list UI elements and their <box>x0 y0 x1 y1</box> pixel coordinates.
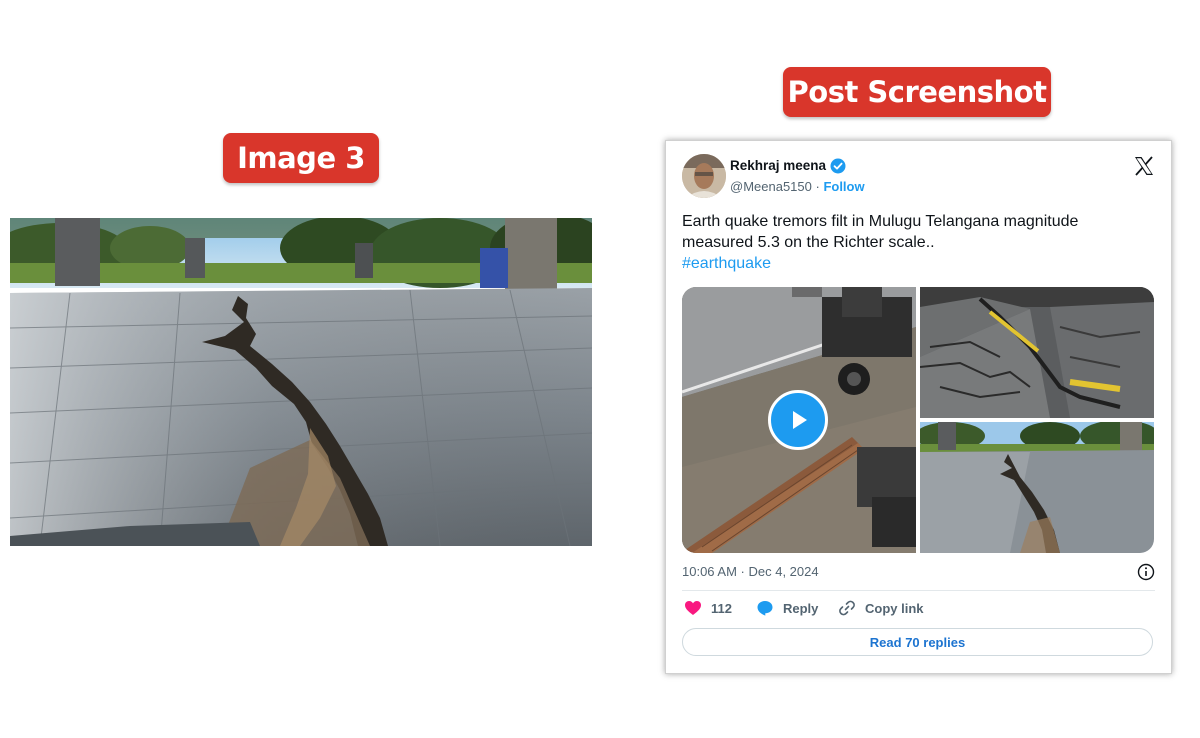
info-icon[interactable] <box>1137 563 1155 581</box>
tweet-card: Rekhraj meena @Meena5150 · Follow Earth … <box>665 140 1172 674</box>
reply-button[interactable]: Reply <box>756 599 818 617</box>
tweet-image-cracked-pavement[interactable] <box>920 422 1154 553</box>
hashtag-link[interactable]: #earthquake <box>682 255 771 272</box>
tweet-image-cracked-road[interactable] <box>920 287 1154 418</box>
tweet-text: Earth quake tremors filt in Mulugu Telan… <box>682 211 1152 274</box>
heart-icon <box>685 601 701 615</box>
user-avatar[interactable] <box>682 154 726 198</box>
like-button[interactable]: 112 <box>684 599 732 617</box>
tweet-body: Earth quake tremors filt in Mulugu Telan… <box>682 213 1079 251</box>
user-handle-row: @Meena5150 · Follow <box>730 179 865 194</box>
read-replies-button[interactable]: Read 70 replies <box>682 628 1153 656</box>
verified-badge-icon <box>830 158 846 174</box>
divider <box>682 590 1155 591</box>
user-handle[interactable]: @Meena5150 <box>730 179 812 194</box>
post-screenshot-label: Post Screenshot <box>783 67 1051 117</box>
x-logo-icon[interactable] <box>1133 155 1155 177</box>
cracked-pavement-photo <box>10 218 592 546</box>
reply-label: Reply <box>783 600 819 616</box>
link-icon <box>839 600 855 616</box>
play-button[interactable] <box>768 390 828 450</box>
play-icon <box>793 411 807 429</box>
copy-link-button[interactable]: Copy link <box>838 599 924 617</box>
handle-separator: · <box>811 179 824 194</box>
follow-link[interactable]: Follow <box>823 179 864 194</box>
like-count: 112 <box>711 600 732 616</box>
tweet-timestamp[interactable]: 10:06 AM · Dec 4, 2024 <box>682 564 819 579</box>
tweet-media-grid <box>682 287 1154 553</box>
tweet-video-thumbnail[interactable] <box>682 287 916 553</box>
copy-link-label: Copy link <box>865 600 924 616</box>
image-3-label: Image 3 <box>223 133 379 183</box>
reply-icon <box>757 601 773 616</box>
user-name[interactable]: Rekhraj meena <box>730 158 826 173</box>
